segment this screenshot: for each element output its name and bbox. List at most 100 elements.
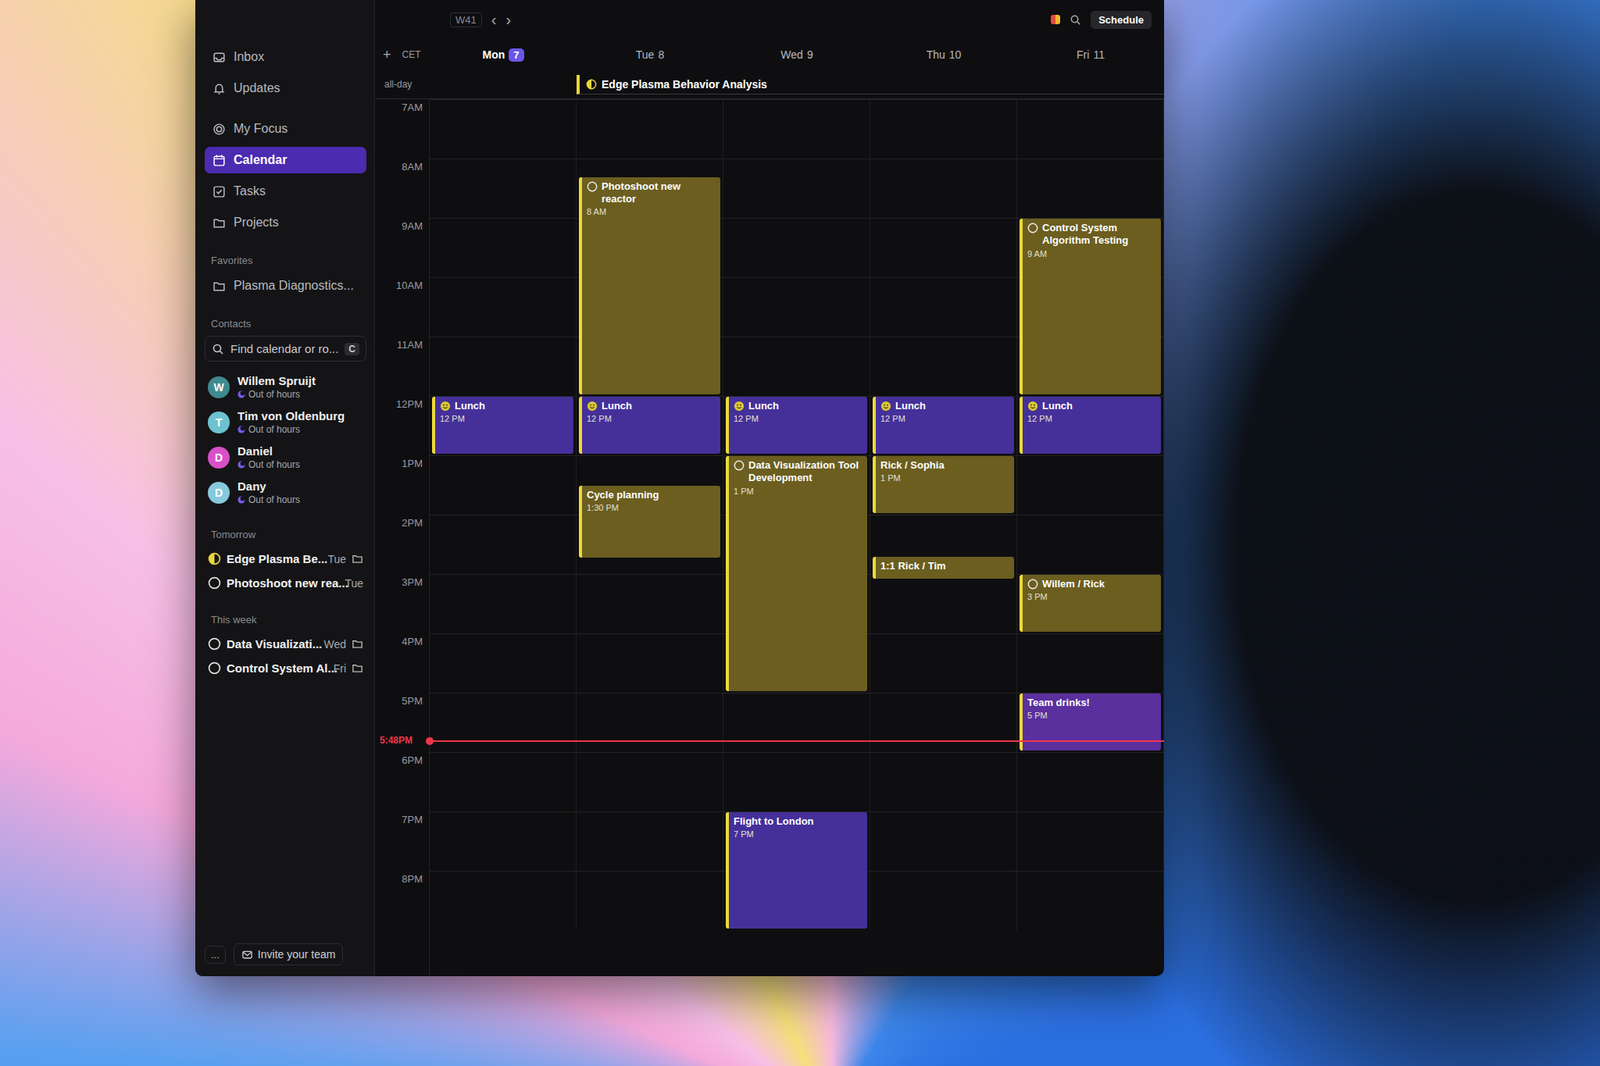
day-date: 9: [807, 48, 814, 61]
smiley-icon: [1027, 400, 1039, 412]
day-header[interactable]: Thu10: [870, 48, 1018, 61]
event-title: Cycle planning: [586, 489, 716, 502]
sidebar-item[interactable]: Tasks: [204, 178, 367, 205]
hour-label: 6PM: [375, 752, 429, 812]
hour-label: 1PM: [375, 455, 429, 515]
contact-status: Out of hours: [237, 389, 316, 400]
favorite-item[interactable]: Plasma Diagnostics...: [204, 272, 367, 300]
sidebar-item[interactable]: Projects: [204, 209, 367, 236]
day-header[interactable]: Fri11: [1017, 48, 1165, 61]
contact-item[interactable]: TTim von Oldenburg Out of hours: [204, 404, 367, 440]
sidebar-item[interactable]: Updates: [204, 75, 367, 102]
circle-icon: [733, 460, 745, 472]
calendar-event[interactable]: Data Visualization Tool Development1 PM: [725, 456, 868, 692]
sidebar-footer: ... Invite your team: [204, 943, 367, 966]
event-time: 1 PM: [880, 473, 1010, 483]
sidebar-item-label: Tasks: [233, 184, 266, 199]
calendar-event[interactable]: Cycle planning1:30 PM: [578, 485, 721, 558]
event-time: 12 PM: [733, 414, 863, 424]
sidebar-item[interactable]: Inbox: [204, 43, 367, 71]
add-button[interactable]: +: [382, 46, 392, 64]
search-icon[interactable]: [1069, 14, 1082, 26]
task-row[interactable]: Photoshoot new rea... Tue: [204, 571, 367, 596]
all-day-event[interactable]: Edge Plasma Behavior Analysis: [576, 75, 1165, 95]
day-header[interactable]: Mon7: [429, 48, 577, 62]
event-time: 12 PM: [1027, 414, 1157, 424]
schedule-button[interactable]: Schedule: [1090, 10, 1152, 29]
moon-icon: [237, 425, 246, 434]
desktop: Inbox Updates My Focus Calendar Tasks Project…: [0, 0, 1600, 1066]
sidebar-item-label: My Focus: [233, 121, 288, 136]
previous-button[interactable]: ‹: [491, 10, 497, 29]
contact-name: Dany: [237, 479, 300, 493]
half-circle-icon: [585, 78, 597, 90]
invite-button[interactable]: Invite your team: [233, 943, 344, 966]
day-header-row: +CETMon7Tue8Wed9Thu10Fri11: [375, 39, 1165, 71]
calendar-event[interactable]: Willem / Rick3 PM: [1019, 575, 1161, 633]
contact-item[interactable]: DDany Out of hours: [204, 475, 367, 511]
contact-item[interactable]: W Willem Spruijt Out of hours: [204, 369, 367, 405]
event-title: Control System Algorithm Testing: [1027, 221, 1157, 248]
contact-avatar: W: [207, 376, 230, 399]
event-time: 7 PM: [733, 829, 863, 840]
circle-icon: [1027, 222, 1039, 234]
folder-icon: [212, 216, 226, 230]
hour-label: 3PM: [375, 574, 429, 634]
day-date: 7: [508, 48, 524, 62]
calendar-icon: [212, 153, 226, 168]
event-title: Lunch: [1027, 400, 1157, 413]
day-header[interactable]: Wed9: [723, 48, 871, 61]
calendar-event[interactable]: Flight to London7 PM: [725, 812, 868, 929]
event-title: Lunch: [586, 400, 716, 413]
sidebar-item[interactable]: My Focus: [204, 115, 367, 143]
sidebar-item-label: Updates: [233, 81, 281, 96]
day-column[interactable]: Control System Algorithm Testing9 AMLunc…: [1017, 99, 1165, 931]
calendar-event[interactable]: Lunch12 PM: [432, 396, 574, 454]
day-header[interactable]: Tue8: [576, 48, 724, 61]
day-name: Thu: [926, 48, 946, 61]
all-day-label: all-day: [375, 78, 430, 90]
day-column[interactable]: Photoshoot new reactor8 AMLunch12 PM Cycl…: [576, 99, 724, 931]
calendar-event[interactable]: Rick / Sophia1 PM: [872, 456, 1015, 514]
hour-label: 7AM: [375, 99, 429, 159]
folder-icon: [212, 279, 226, 293]
event-title: Photoshoot new reactor: [586, 180, 716, 207]
project-icon: [351, 638, 364, 650]
task-day: Tue: [327, 553, 347, 566]
calendar-event[interactable]: Lunch12 PM: [872, 396, 1015, 454]
calendar-event[interactable]: Lunch12 PM: [1019, 396, 1161, 454]
status-icon: [1050, 14, 1061, 25]
circle-icon: [207, 576, 222, 590]
more-button[interactable]: ...: [204, 946, 226, 965]
calendar-event[interactable]: Team drinks!5 PM: [1019, 693, 1161, 751]
event-time: 9 AM: [1027, 249, 1157, 259]
task-label: Photoshoot new rea...: [226, 576, 340, 590]
calendar-event[interactable]: Lunch12 PM: [725, 396, 868, 454]
day-column[interactable]: Lunch12 PMRick / Sophia1 PM1:1 Rick / Ti…: [870, 99, 1018, 931]
mail-icon: [241, 949, 254, 961]
calendar-event[interactable]: Lunch12 PM: [578, 396, 721, 454]
event-title: Rick / Sophia: [880, 459, 1010, 472]
circle-icon: [207, 637, 222, 651]
calendar-event[interactable]: Control System Algorithm Testing9 AM: [1019, 218, 1161, 395]
contact-text: Willem Spruijt Out of hours: [237, 374, 316, 400]
calendar-event[interactable]: 1:1 Rick / Tim: [872, 557, 1015, 579]
current-time-label: 5:48PM: [379, 735, 413, 747]
task-row[interactable]: Data Visualizati...Wed: [204, 632, 367, 657]
contact-status: Out of hours: [237, 494, 300, 506]
next-button[interactable]: ›: [505, 10, 511, 29]
current-time-dot: [425, 737, 434, 746]
contact-name: Willem Spruijt: [237, 374, 316, 388]
task-day: Tue: [344, 577, 364, 590]
tomorrow-heading: Tomorrow: [210, 528, 367, 541]
contact-search[interactable]: Find calendar or ro...C: [204, 335, 367, 362]
calendar-event[interactable]: Photoshoot new reactor8 AM: [578, 177, 721, 395]
day-column[interactable]: Lunch12 PM: [429, 99, 577, 931]
task-row[interactable]: Control System Al...Fri: [204, 656, 367, 681]
day-column[interactable]: Lunch12 PMData Visualization Tool Develo…: [723, 99, 871, 931]
contact-item[interactable]: DDaniel Out of hours: [204, 439, 367, 475]
sidebar-item[interactable]: Calendar: [204, 146, 367, 174]
event-time: 12 PM: [439, 414, 569, 424]
task-row[interactable]: Edge Plasma Be...Tue: [204, 546, 367, 572]
event-title: 1:1 Rick / Tim: [880, 560, 1010, 573]
